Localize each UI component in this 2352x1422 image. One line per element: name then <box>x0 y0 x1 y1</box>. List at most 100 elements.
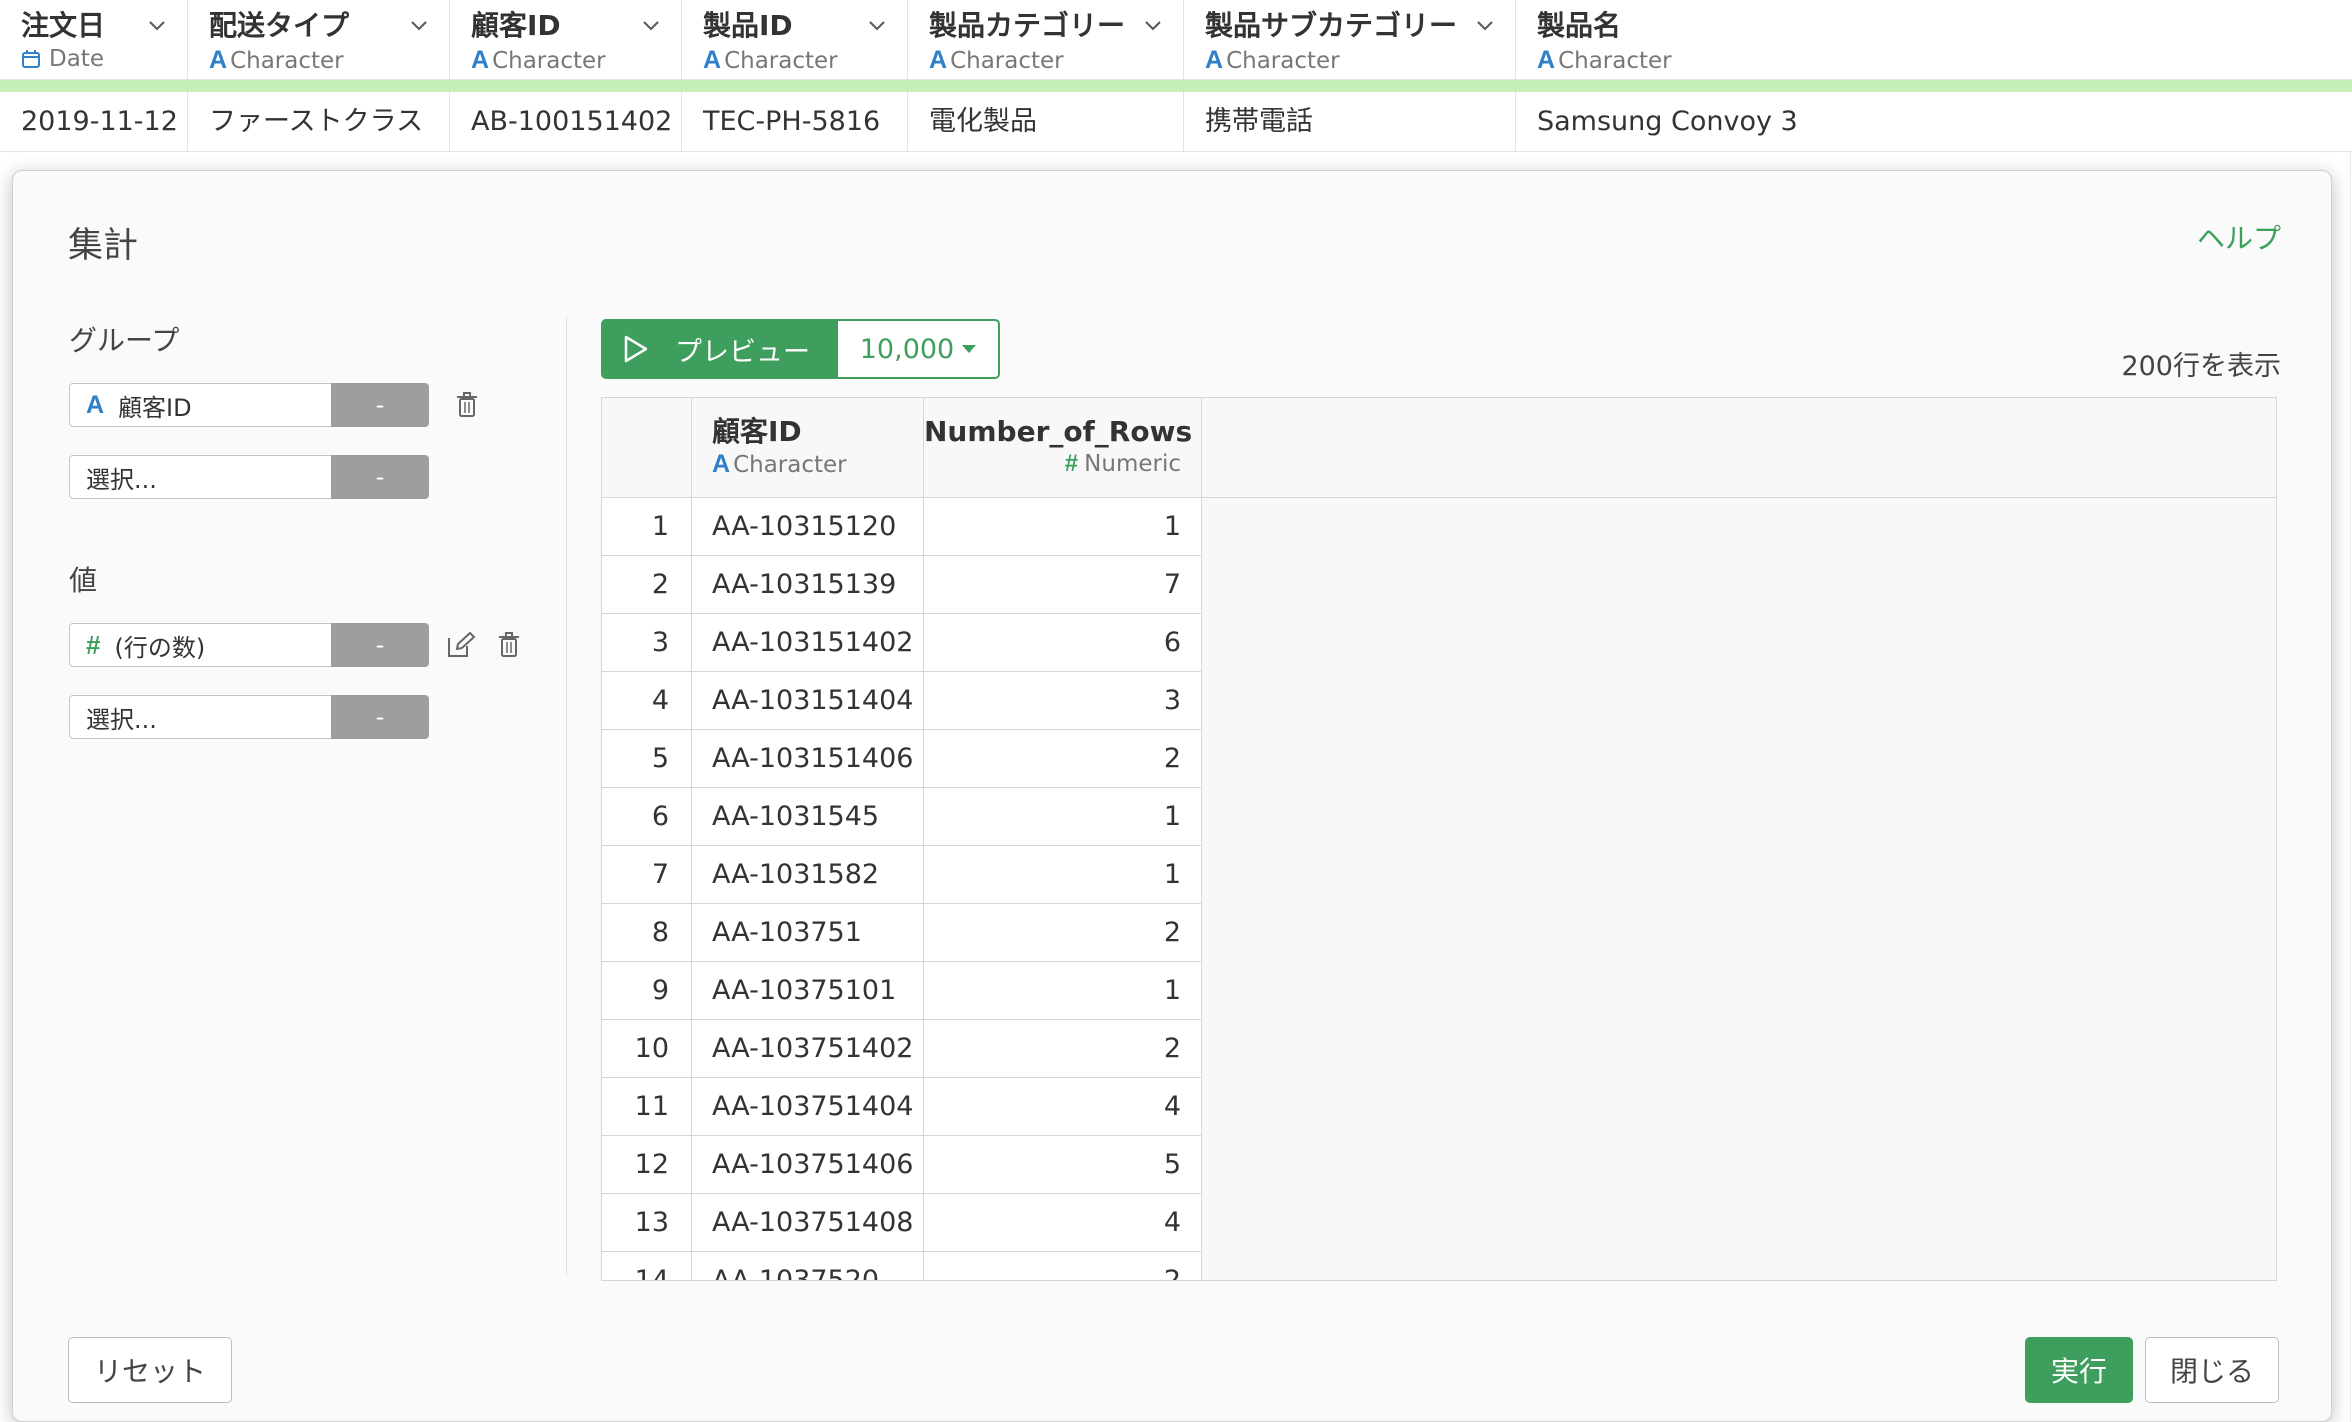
group-select-row[interactable]: A 顧客ID - <box>69 383 429 427</box>
customer-id-cell: AA-1037520 <box>692 1252 924 1280</box>
row-number-cell: 10 <box>602 1020 692 1078</box>
table-row: 3 AA-103151402 6 <box>602 614 1202 672</box>
column-type: Character <box>492 47 606 74</box>
chevron-down-icon[interactable] <box>410 16 428 34</box>
chevron-down-icon[interactable] <box>642 16 660 34</box>
column-name: 製品サブカテゴリー <box>1205 9 1458 42</box>
preview-table[interactable]: 顧客ID A Character Number_of_Rows # Numeric … <box>601 397 2277 1281</box>
group-add-select-row[interactable]: 選択... - <box>69 455 429 499</box>
chevron-down-icon[interactable] <box>1144 16 1162 34</box>
column-header-product-subcategory[interactable]: 製品サブカテゴリー A Character <box>1184 0 1516 80</box>
edit-icon[interactable] <box>445 630 477 660</box>
chevron-down-icon[interactable] <box>148 16 166 34</box>
table-cell: AB-100151402 <box>450 92 682 152</box>
customer-id-cell: AA-1031545 <box>692 788 924 846</box>
row-number-cell: 9 <box>602 962 692 1020</box>
number-of-rows-cell: 2 <box>924 904 1202 962</box>
column-header-product-category[interactable]: 製品カテゴリー A Character <box>908 0 1184 80</box>
character-A-icon: A <box>1537 46 1556 74</box>
calendar-icon <box>22 50 40 68</box>
column-header-product-name[interactable]: 製品名 A Character <box>1516 0 2352 80</box>
number-of-rows-cell: 3 <box>924 672 1202 730</box>
row-number-cell: 11 <box>602 1078 692 1136</box>
column-name: Number_of_Rows <box>924 415 1193 448</box>
value-select[interactable]: # (行の数) <box>69 623 331 667</box>
customer-id-cell: AA-103751402 <box>692 1020 924 1078</box>
column-type: Character <box>733 451 847 478</box>
column-header-customer-id[interactable]: 顧客ID A Character <box>692 398 924 498</box>
number-of-rows-cell: 4 <box>924 1194 1202 1252</box>
table-row: 2019-11-12 ファーストクラス AB-100151402 TEC-PH-… <box>0 92 2352 152</box>
group-add-sort-dropdown[interactable]: - <box>331 455 429 499</box>
customer-id-cell: AA-1031582 <box>692 846 924 904</box>
number-of-rows-cell: 2 <box>924 1252 1202 1280</box>
value-section-label: 値 <box>69 564 98 597</box>
chevron-down-icon[interactable] <box>1476 16 1494 34</box>
row-limit-value: 10,000 <box>859 333 955 365</box>
number-of-rows-cell: 1 <box>924 846 1202 904</box>
run-button[interactable]: 実行 <box>2025 1337 2133 1403</box>
column-header-number-of-rows[interactable]: Number_of_Rows # Numeric <box>924 398 1202 498</box>
table-cell: ファーストクラス <box>188 92 450 152</box>
table-row: 7 AA-1031582 1 <box>602 846 1202 904</box>
group-select[interactable]: A 顧客ID <box>69 383 331 427</box>
play-icon <box>624 335 648 363</box>
table-row: 14 AA-1037520 2 <box>602 1252 1202 1280</box>
group-add-select[interactable]: 選択... <box>69 455 331 499</box>
value-add-format-dropdown[interactable]: - <box>331 695 429 739</box>
value-selected-value: (行の数) <box>114 633 206 662</box>
rows-shown-count: 200行を表示 <box>2121 351 2281 382</box>
column-header-shipping-type[interactable]: 配送タイプ A Character <box>188 0 450 80</box>
character-A-icon: A <box>86 390 105 419</box>
number-of-rows-cell: 6 <box>924 614 1202 672</box>
numeric-hash-icon: # <box>86 629 101 660</box>
value-add-select-row[interactable]: 選択... - <box>69 695 429 739</box>
table-row: 8 AA-103751 2 <box>602 904 1202 962</box>
value-format-dropdown[interactable]: - <box>331 623 429 667</box>
character-A-icon: A <box>209 46 228 74</box>
table-row: 1 AA-10315120 1 <box>602 498 1202 556</box>
table-cell: 携帯電話 <box>1184 92 1516 152</box>
number-of-rows-cell: 2 <box>924 730 1202 788</box>
row-limit-dropdown[interactable]: 10,000 <box>838 319 1000 379</box>
column-type: Character <box>724 47 838 74</box>
table-row: 11 AA-103751404 4 <box>602 1078 1202 1136</box>
close-button[interactable]: 閉じる <box>2145 1337 2279 1403</box>
value-add-select[interactable]: 選択... <box>69 695 331 739</box>
character-A-icon: A <box>703 46 722 74</box>
number-of-rows-cell: 4 <box>924 1078 1202 1136</box>
row-number-cell: 12 <box>602 1136 692 1194</box>
trash-icon[interactable] <box>453 390 481 420</box>
preview-button[interactable]: プレビュー <box>601 319 838 379</box>
customer-id-cell: AA-103151402 <box>692 614 924 672</box>
group-selected-value: 顧客ID <box>118 393 192 422</box>
grid-header: 注文日 Date 配送タイプ A Character 顧客ID A Characte… <box>0 0 2352 80</box>
column-header-customer-id[interactable]: 顧客ID A Character <box>450 0 682 80</box>
column-header-product-id[interactable]: 製品ID A Character <box>682 0 908 80</box>
column-type: Character <box>950 47 1064 74</box>
chevron-down-icon[interactable] <box>868 16 886 34</box>
row-number-header <box>602 398 692 498</box>
row-number-cell: 6 <box>602 788 692 846</box>
table-row: 6 AA-1031545 1 <box>602 788 1202 846</box>
trash-icon[interactable] <box>495 630 523 660</box>
character-A-icon: A <box>471 46 490 74</box>
reset-button[interactable]: リセット <box>68 1337 232 1403</box>
table-row: 4 AA-103151404 3 <box>602 672 1202 730</box>
group-sort-dropdown[interactable]: - <box>331 383 429 427</box>
column-type: Numeric <box>1084 451 1181 477</box>
column-type: Date <box>49 46 104 72</box>
table-cell: Samsung Convoy 3 <box>1537 106 1798 137</box>
column-header-order-date[interactable]: 注文日 Date <box>0 0 188 80</box>
help-link[interactable]: ヘルプ <box>2197 217 2281 257</box>
column-type: Character <box>230 47 344 74</box>
customer-id-cell: AA-103151406 <box>692 730 924 788</box>
value-select-row[interactable]: # (行の数) - <box>69 623 429 667</box>
customer-id-cell: AA-10315120 <box>692 498 924 556</box>
panel-divider <box>566 316 567 1276</box>
customer-id-cell: AA-103151404 <box>692 672 924 730</box>
row-number-cell: 14 <box>602 1252 692 1280</box>
table-row: 5 AA-103151406 2 <box>602 730 1202 788</box>
row-number-cell: 8 <box>602 904 692 962</box>
row-number-cell: 3 <box>602 614 692 672</box>
